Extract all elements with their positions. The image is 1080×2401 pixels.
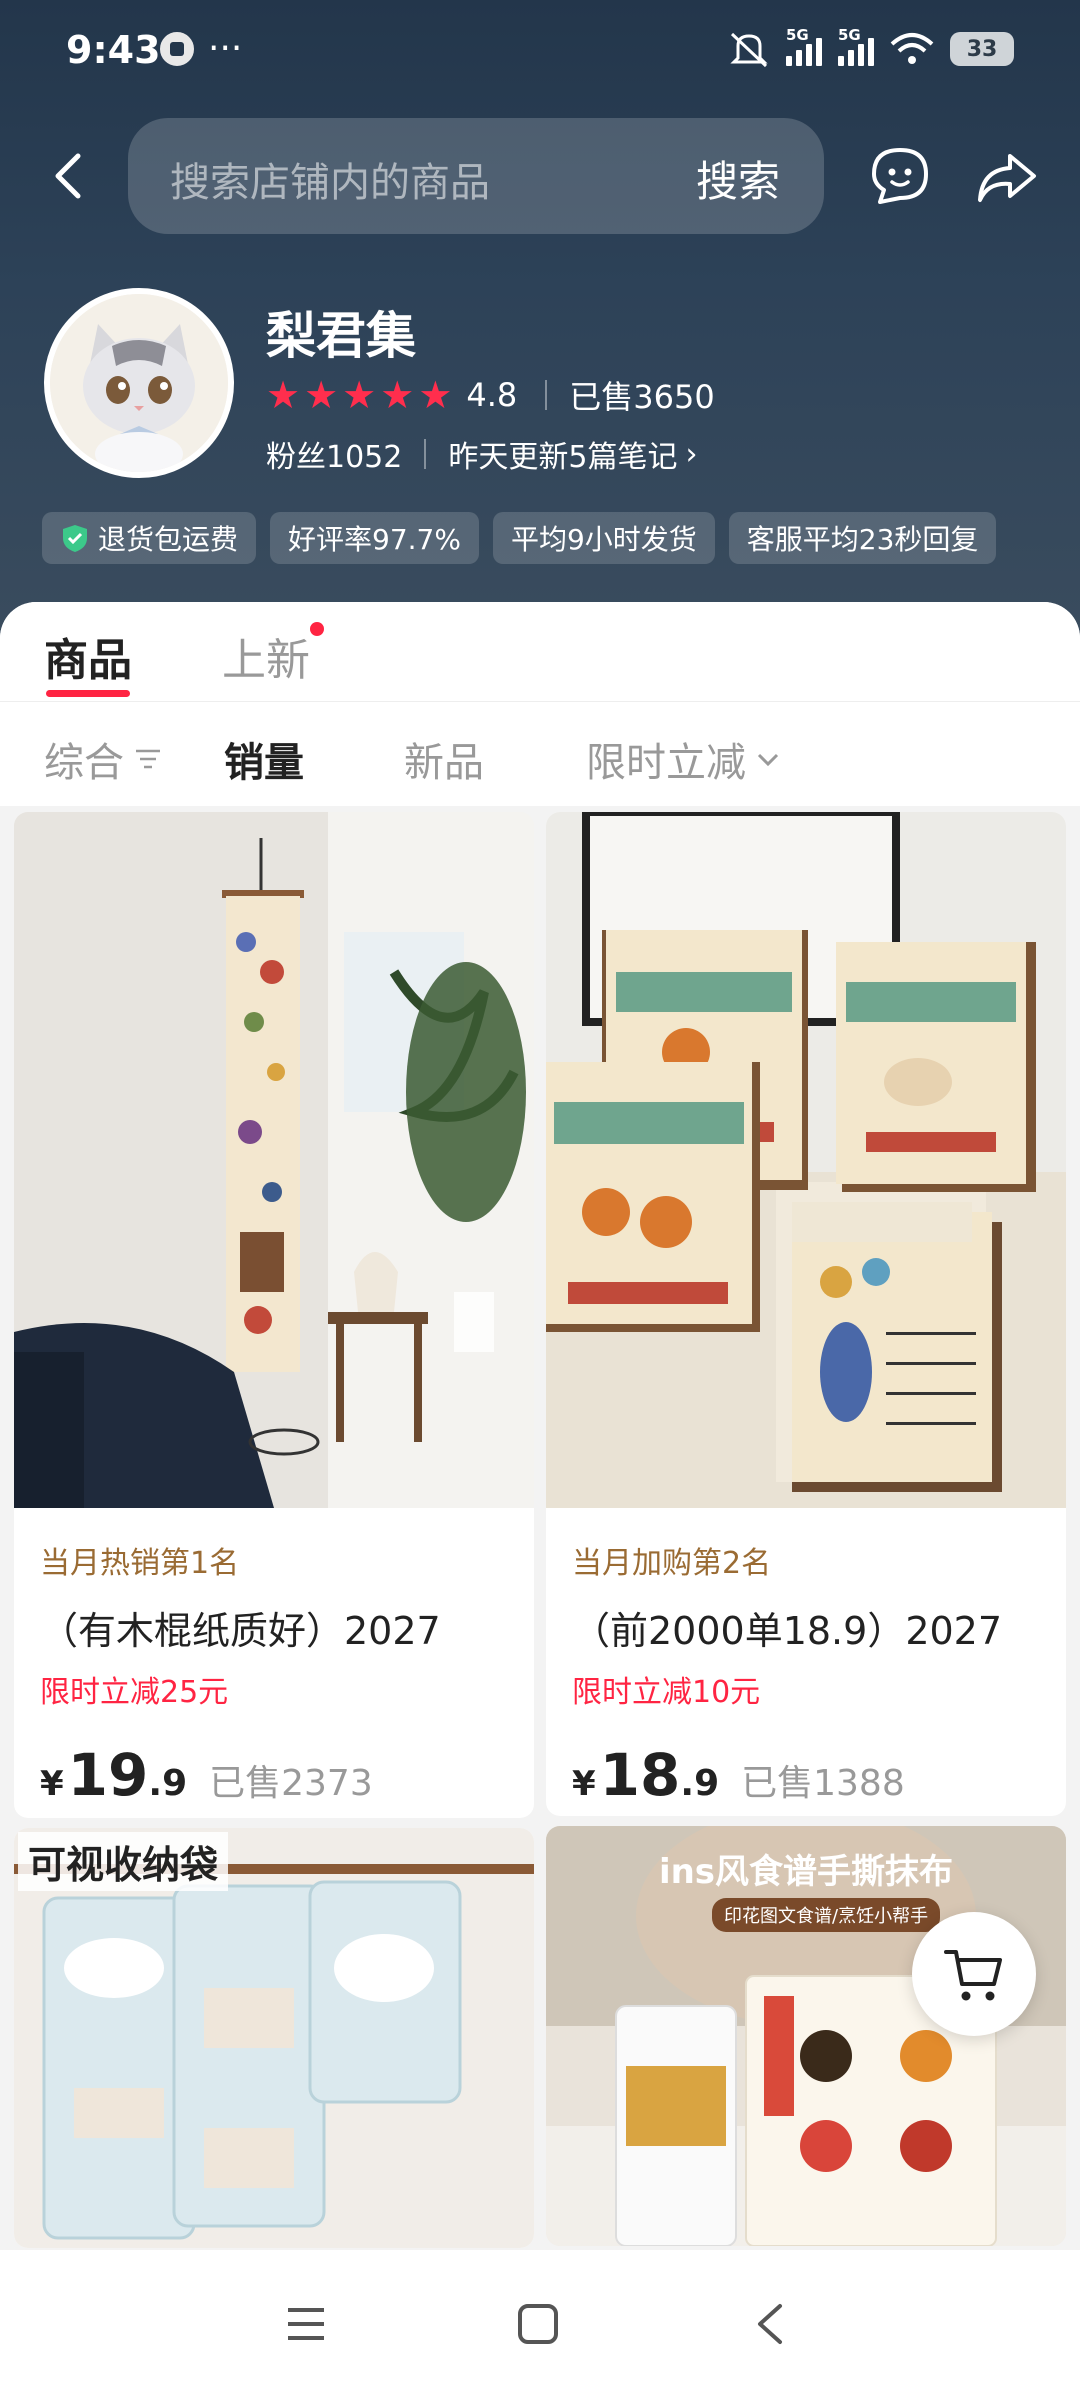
search-input[interactable]: 搜索店铺内的商品 搜索 bbox=[128, 118, 824, 234]
shop-header: 9:43 ··· 5G 5G 33 搜索店铺内的商品 搜索 梨君集 ★ ★ ★ … bbox=[0, 0, 1080, 640]
back-arrow-icon[interactable] bbox=[40, 146, 100, 206]
filter-all[interactable]: 综合 bbox=[44, 730, 162, 788]
cat-avatar-image bbox=[50, 294, 228, 472]
product-image-wall-calendar bbox=[14, 812, 534, 1508]
product-promo: 限时立减25元 bbox=[40, 1675, 229, 1710]
product-overlay-subtitle: 印花图文食谱/烹饪小帮手 bbox=[712, 1898, 941, 1932]
chevron-down-icon bbox=[757, 753, 779, 767]
search-placeholder: 搜索店铺内的商品 bbox=[170, 160, 490, 206]
star-icon: ★ bbox=[380, 373, 415, 417]
signal-icon: 5G bbox=[786, 26, 822, 66]
home-icon[interactable] bbox=[514, 2300, 562, 2348]
product-price-row: ¥ 18 .9 已售1388 bbox=[572, 1741, 905, 1809]
product-price: 18 bbox=[599, 1741, 681, 1809]
tab-products[interactable]: 商品 bbox=[44, 624, 132, 688]
product-overlay-label: 可视收纳袋 bbox=[18, 1832, 229, 1891]
tab-active-indicator bbox=[46, 690, 130, 697]
product-image-desk-calendars bbox=[546, 812, 1066, 1508]
filter-icon bbox=[136, 749, 160, 769]
cart-icon bbox=[944, 1950, 1002, 2001]
star-icon: ★ bbox=[418, 373, 453, 417]
product-card[interactable]: 可视收纳袋 bbox=[14, 1828, 534, 2248]
rating-value: 4.8 bbox=[466, 376, 518, 414]
notes-update[interactable]: 昨天更新5篇笔记 bbox=[448, 432, 677, 476]
wifi-icon bbox=[890, 33, 934, 64]
tab-new[interactable]: 上新 bbox=[222, 624, 310, 688]
new-badge-dot bbox=[310, 622, 324, 636]
product-sold: 已售1388 bbox=[741, 1763, 905, 1804]
service-tag-rating: 好评率97.7% bbox=[270, 512, 479, 564]
star-icon: ★ bbox=[304, 373, 339, 417]
product-card[interactable]: 当月热销第1名 （有木棍纸质好）2027 限时立减25元 ¥ 19 .9 已售2… bbox=[14, 812, 534, 1818]
signal-icon-2: 5G bbox=[838, 26, 874, 66]
shield-check-icon bbox=[63, 525, 87, 552]
product-panel: 商品 上新 综合 销量 新品 限时立减 当月热销第1名 （有木棍纸质好）2027… bbox=[0, 602, 1080, 2250]
customer-service-icon[interactable] bbox=[868, 144, 932, 208]
system-nav-bar bbox=[0, 2250, 1080, 2401]
product-sold: 已售2373 bbox=[209, 1763, 373, 1804]
search-button[interactable]: 搜索 bbox=[696, 148, 780, 209]
top-nav: 搜索店铺内的商品 搜索 bbox=[0, 118, 1080, 238]
rating-stars: ★ ★ ★ ★ ★ bbox=[266, 376, 452, 414]
product-card[interactable]: 当月加购第2名 （前2000单18.9）2027 限时立减10元 ¥ 18 .9… bbox=[546, 812, 1066, 1816]
filter-discount[interactable]: 限时立减 bbox=[586, 730, 782, 788]
shop-sold: 已售3650 bbox=[569, 378, 715, 416]
filter-new[interactable]: 新品 bbox=[404, 730, 484, 788]
follow-row[interactable]: 粉丝1052 昨天更新5篇笔记 › bbox=[266, 432, 697, 476]
battery-icon: 33 bbox=[950, 32, 1014, 66]
product-card[interactable]: ins风食谱手撕抹布 印花图文食谱/烹饪小帮手 bbox=[546, 1826, 1066, 2246]
share-icon[interactable] bbox=[974, 146, 1038, 210]
filter-bar: 综合 销量 新品 限时立减 bbox=[0, 702, 1080, 806]
fans-count: 粉丝1052 bbox=[266, 440, 403, 475]
service-tag-return: 退货包运费 bbox=[42, 512, 257, 564]
status-more: ··· bbox=[208, 28, 243, 69]
product-promo: 限时立减10元 bbox=[572, 1675, 761, 1710]
app-notification-icon bbox=[160, 32, 194, 66]
service-tag-reply: 客服平均23秒回复 bbox=[728, 512, 997, 564]
rating-row: ★ ★ ★ ★ ★ 4.8 已售3650 bbox=[266, 372, 715, 418]
product-title: （有木棍纸质好）2027 bbox=[40, 1609, 441, 1653]
product-overlay-title: ins风食谱手撕抹布 bbox=[658, 1852, 954, 1892]
service-tags: 退货包运费 好评率97.7% 平均9小时发货 客服平均23秒回复 bbox=[42, 512, 997, 564]
mute-icon bbox=[730, 32, 768, 68]
product-rank: 当月热销第1名 bbox=[40, 1546, 240, 1581]
status-time: 9:43 bbox=[66, 28, 161, 72]
product-price-row: ¥ 19 .9 已售2373 bbox=[40, 1741, 373, 1809]
shop-avatar[interactable] bbox=[44, 288, 234, 478]
recent-apps-icon[interactable] bbox=[282, 2300, 330, 2348]
cart-button[interactable] bbox=[912, 1912, 1036, 2036]
system-back-icon[interactable] bbox=[750, 2300, 790, 2348]
chevron-right-icon: › bbox=[685, 436, 698, 472]
star-icon: ★ bbox=[266, 373, 301, 417]
product-price: 19 bbox=[67, 1741, 149, 1809]
product-rank: 当月加购第2名 bbox=[572, 1546, 772, 1581]
service-tag-shipping: 平均9小时发货 bbox=[492, 512, 715, 564]
product-title: （前2000单18.9）2027 bbox=[572, 1609, 1003, 1653]
product-image-storage-bags bbox=[14, 1828, 534, 2248]
tab-bar: 商品 上新 bbox=[0, 602, 1080, 702]
status-bar: 9:43 ··· 5G 5G 33 bbox=[0, 0, 1080, 100]
shop-name: 梨君集 bbox=[266, 307, 416, 365]
star-icon: ★ bbox=[342, 373, 377, 417]
filter-sales[interactable]: 销量 bbox=[224, 730, 304, 788]
